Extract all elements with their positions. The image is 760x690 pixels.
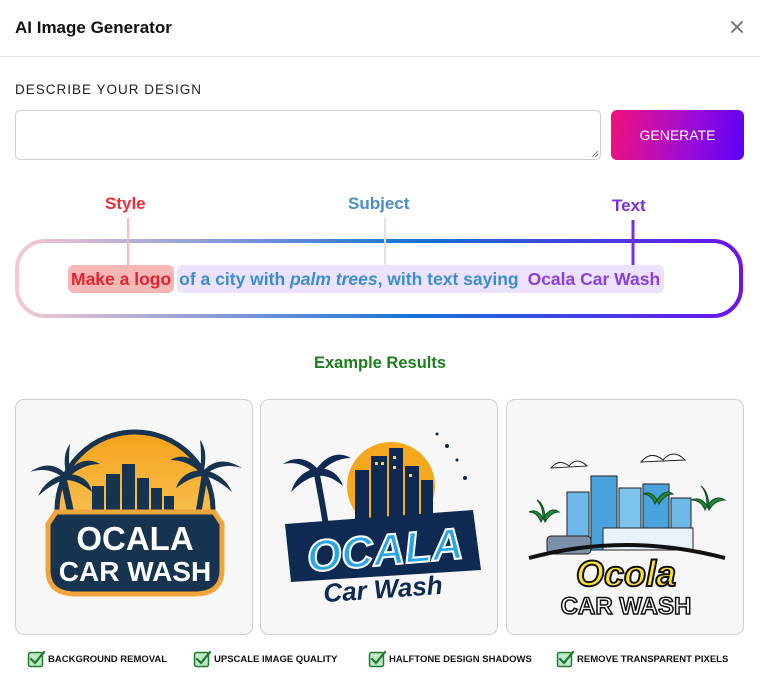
logo-image-2: OCALA Car Wash [283, 432, 481, 608]
feature-label: UPSCALE IMAGE QUALITY [214, 654, 338, 665]
feature-item: BACKGROUND REMOVAL [27, 650, 167, 669]
text-label: Text [612, 196, 646, 215]
feature-list: BACKGROUND REMOVAL UPSCALE IMAGE QUALITY… [0, 650, 760, 674]
generate-button[interactable]: GENERATE [611, 110, 744, 160]
example-result-card[interactable]: Ocola CAR WASH [506, 399, 744, 635]
examples-title: Example Results [313, 354, 447, 372]
style-phrase: Make a logo [68, 265, 175, 293]
feature-item: REMOVE TRANSPARENT PIXELS [556, 650, 728, 669]
feature-label: HALFTONE DESIGN SHADOWS [389, 654, 532, 665]
dialog-header: AI Image Generator [0, 0, 760, 57]
close-icon[interactable] [726, 16, 748, 38]
example-result-card[interactable]: OCALA Car Wash [260, 399, 498, 635]
describe-label: DESCRIBE YOUR DESIGN [15, 82, 203, 97]
checkbox-checked-icon [27, 650, 46, 668]
logo-line1-text: Ocola [576, 553, 676, 594]
feature-label: BACKGROUND REMOVAL [48, 654, 168, 665]
example-result-card[interactable]: OCALA CAR WASH [15, 399, 253, 635]
logo-line2-text: CAR WASH [59, 556, 211, 587]
logo-line2-text: CAR WASH [561, 593, 692, 620]
dialog-title: AI Image Generator [15, 18, 172, 37]
checkbox-checked-icon [368, 650, 387, 668]
subject-phrase: of a city with palm trees, with text say… [177, 265, 524, 293]
design-description-input[interactable] [15, 110, 601, 160]
subject-phrase-emphasis: palm trees [290, 269, 378, 289]
feature-item: UPSCALE IMAGE QUALITY [193, 650, 338, 669]
feature-label: REMOVE TRANSPARENT PIXELS [577, 654, 729, 665]
checkbox-checked-icon [193, 650, 212, 668]
checkbox-checked-icon [556, 650, 575, 668]
logo-image-1: OCALA CAR WASH [30, 429, 242, 597]
logo-line1-text: OCALA [76, 520, 193, 557]
subject-phrase-end: , with text saying [377, 269, 519, 289]
logo-image-3: Ocola CAR WASH [528, 453, 727, 621]
example-prompt-sentence: Make a logo of a city with palm trees, wi… [68, 265, 665, 293]
feature-item: HALFTONE DESIGN SHADOWS [368, 650, 532, 669]
prompt-anatomy-diagram: Style Subject Text Make a logo of a city … [0, 180, 760, 330]
subject-phrase-start: of a city with [179, 269, 291, 289]
subject-label: Subject [348, 194, 410, 213]
style-label: Style [105, 194, 146, 213]
text-phrase: Ocala Car Wash [523, 265, 665, 293]
